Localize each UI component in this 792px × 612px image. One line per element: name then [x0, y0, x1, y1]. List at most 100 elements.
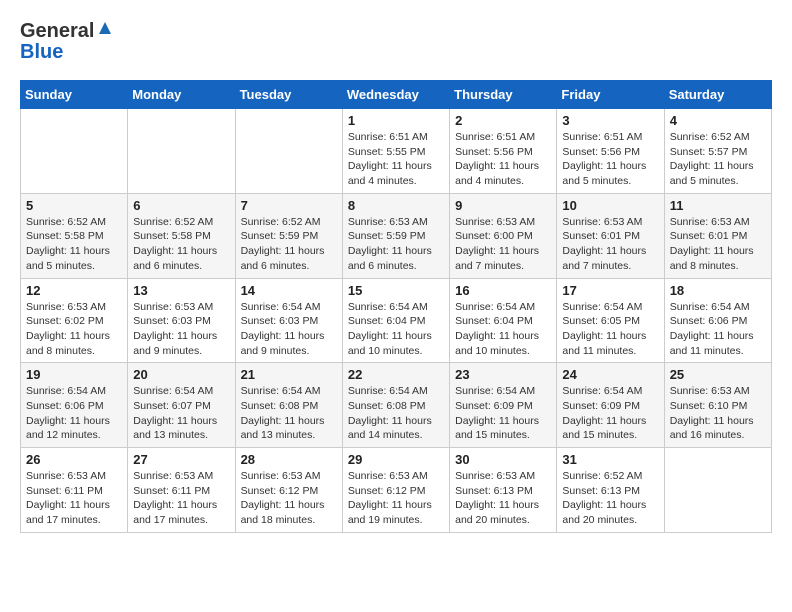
- calendar-cell: 9 Sunrise: 6:53 AM Sunset: 6:00 PM Daylig…: [450, 193, 557, 278]
- calendar-week-5: 26Sunrise: 6:53 AM Sunset: 6:11 PM Dayli…: [21, 448, 772, 533]
- day-info: Sunrise: 6:51 AM Sunset: 5:55 PM Dayligh…: [348, 130, 444, 189]
- day-info: Sunrise: 6:53 AM Sunset: 6:10 PM Dayligh…: [670, 384, 766, 443]
- calendar-cell: [128, 109, 235, 194]
- calendar-body: 1 Sunrise: 6:51 AM Sunset: 5:55 PM Daylig…: [21, 109, 772, 533]
- page-header: General Blue: [20, 20, 772, 64]
- day-info: Sunrise: 6:54 AM Sunset: 6:07 PM Dayligh…: [133, 384, 229, 443]
- day-info: Sunrise: 6:54 AM Sunset: 6:06 PM Dayligh…: [670, 300, 766, 359]
- calendar-cell: 31Sunrise: 6:52 AM Sunset: 6:13 PM Dayli…: [557, 448, 664, 533]
- day-number: 5: [26, 198, 122, 213]
- day-number: 13: [133, 283, 229, 298]
- calendar-cell: 18 Sunrise: 6:54 AM Sunset: 6:06 PM Dayli…: [664, 278, 771, 363]
- day-number: 30: [455, 452, 551, 467]
- calendar-cell: 27 Sunrise: 6:53 AM Sunset: 6:11 PM Dayli…: [128, 448, 235, 533]
- day-info: Sunrise: 6:54 AM Sunset: 6:03 PM Dayligh…: [241, 300, 337, 359]
- calendar-cell: 29 Sunrise: 6:53 AM Sunset: 6:12 PM Dayli…: [342, 448, 449, 533]
- logo: General Blue: [20, 20, 113, 64]
- day-number: 17: [562, 283, 658, 298]
- day-number: 25: [670, 367, 766, 382]
- calendar-cell: 8Sunrise: 6:53 AM Sunset: 5:59 PM Daylig…: [342, 193, 449, 278]
- day-info: Sunrise: 6:53 AM Sunset: 6:03 PM Dayligh…: [133, 300, 229, 359]
- logo-general: General: [20, 20, 94, 43]
- calendar-cell: 2 Sunrise: 6:51 AM Sunset: 5:56 PM Daylig…: [450, 109, 557, 194]
- logo-blue: Blue: [20, 41, 113, 64]
- weekday-wednesday: Wednesday: [342, 81, 449, 109]
- calendar-cell: 24Sunrise: 6:54 AM Sunset: 6:09 PM Dayli…: [557, 363, 664, 448]
- logo-icon: [97, 20, 113, 36]
- day-info: Sunrise: 6:51 AM Sunset: 5:56 PM Dayligh…: [455, 130, 551, 189]
- day-info: Sunrise: 6:54 AM Sunset: 6:04 PM Dayligh…: [348, 300, 444, 359]
- day-number: 11: [670, 198, 766, 213]
- day-number: 2: [455, 113, 551, 128]
- calendar-cell: 16 Sunrise: 6:54 AM Sunset: 6:04 PM Dayli…: [450, 278, 557, 363]
- day-info: Sunrise: 6:52 AM Sunset: 5:59 PM Dayligh…: [241, 215, 337, 274]
- day-info: Sunrise: 6:52 AM Sunset: 6:13 PM Dayligh…: [562, 469, 658, 528]
- day-number: 27: [133, 452, 229, 467]
- calendar-week-4: 19 Sunrise: 6:54 AM Sunset: 6:06 PM Dayli…: [21, 363, 772, 448]
- calendar-cell: 21Sunrise: 6:54 AM Sunset: 6:08 PM Dayli…: [235, 363, 342, 448]
- day-info: Sunrise: 6:52 AM Sunset: 5:58 PM Dayligh…: [133, 215, 229, 274]
- calendar-cell: 19 Sunrise: 6:54 AM Sunset: 6:06 PM Dayli…: [21, 363, 128, 448]
- calendar-cell: 23 Sunrise: 6:54 AM Sunset: 6:09 PM Dayli…: [450, 363, 557, 448]
- day-info: Sunrise: 6:54 AM Sunset: 6:08 PM Dayligh…: [241, 384, 337, 443]
- calendar-cell: 15 Sunrise: 6:54 AM Sunset: 6:04 PM Dayli…: [342, 278, 449, 363]
- calendar-cell: 10 Sunrise: 6:53 AM Sunset: 6:01 PM Dayli…: [557, 193, 664, 278]
- weekday-header-row: SundayMondayTuesdayWednesdayThursdayFrid…: [21, 81, 772, 109]
- day-info: Sunrise: 6:53 AM Sunset: 6:00 PM Dayligh…: [455, 215, 551, 274]
- day-info: Sunrise: 6:52 AM Sunset: 5:58 PM Dayligh…: [26, 215, 122, 274]
- day-number: 6: [133, 198, 229, 213]
- day-info: Sunrise: 6:53 AM Sunset: 6:12 PM Dayligh…: [241, 469, 337, 528]
- day-info: Sunrise: 6:53 AM Sunset: 6:12 PM Dayligh…: [348, 469, 444, 528]
- calendar-table: SundayMondayTuesdayWednesdayThursdayFrid…: [20, 80, 772, 533]
- calendar-cell: 14Sunrise: 6:54 AM Sunset: 6:03 PM Dayli…: [235, 278, 342, 363]
- calendar-cell: 3 Sunrise: 6:51 AM Sunset: 5:56 PM Daylig…: [557, 109, 664, 194]
- day-info: Sunrise: 6:53 AM Sunset: 6:01 PM Dayligh…: [670, 215, 766, 274]
- day-info: Sunrise: 6:54 AM Sunset: 6:05 PM Dayligh…: [562, 300, 658, 359]
- calendar-cell: 28 Sunrise: 6:53 AM Sunset: 6:12 PM Dayli…: [235, 448, 342, 533]
- calendar-cell: 1 Sunrise: 6:51 AM Sunset: 5:55 PM Daylig…: [342, 109, 449, 194]
- day-number: 15: [348, 283, 444, 298]
- day-number: 23: [455, 367, 551, 382]
- calendar-cell: [664, 448, 771, 533]
- calendar-cell: [235, 109, 342, 194]
- calendar-cell: 12 Sunrise: 6:53 AM Sunset: 6:02 PM Dayli…: [21, 278, 128, 363]
- day-number: 1: [348, 113, 444, 128]
- day-info: Sunrise: 6:53 AM Sunset: 6:01 PM Dayligh…: [562, 215, 658, 274]
- day-info: Sunrise: 6:53 AM Sunset: 6:11 PM Dayligh…: [133, 469, 229, 528]
- day-number: 12: [26, 283, 122, 298]
- day-info: Sunrise: 6:54 AM Sunset: 6:09 PM Dayligh…: [455, 384, 551, 443]
- day-number: 19: [26, 367, 122, 382]
- day-info: Sunrise: 6:54 AM Sunset: 6:04 PM Dayligh…: [455, 300, 551, 359]
- calendar-week-2: 5 Sunrise: 6:52 AM Sunset: 5:58 PM Daylig…: [21, 193, 772, 278]
- day-number: 18: [670, 283, 766, 298]
- day-number: 22: [348, 367, 444, 382]
- day-info: Sunrise: 6:54 AM Sunset: 6:06 PM Dayligh…: [26, 384, 122, 443]
- day-number: 16: [455, 283, 551, 298]
- weekday-saturday: Saturday: [664, 81, 771, 109]
- day-info: Sunrise: 6:53 AM Sunset: 6:02 PM Dayligh…: [26, 300, 122, 359]
- calendar-cell: 17 Sunrise: 6:54 AM Sunset: 6:05 PM Dayli…: [557, 278, 664, 363]
- calendar-cell: [21, 109, 128, 194]
- day-info: Sunrise: 6:52 AM Sunset: 5:57 PM Dayligh…: [670, 130, 766, 189]
- calendar-cell: 7 Sunrise: 6:52 AM Sunset: 5:59 PM Daylig…: [235, 193, 342, 278]
- weekday-sunday: Sunday: [21, 81, 128, 109]
- day-info: Sunrise: 6:51 AM Sunset: 5:56 PM Dayligh…: [562, 130, 658, 189]
- weekday-tuesday: Tuesday: [235, 81, 342, 109]
- calendar-cell: 6 Sunrise: 6:52 AM Sunset: 5:58 PM Daylig…: [128, 193, 235, 278]
- calendar-cell: 5 Sunrise: 6:52 AM Sunset: 5:58 PM Daylig…: [21, 193, 128, 278]
- calendar-cell: 11 Sunrise: 6:53 AM Sunset: 6:01 PM Dayli…: [664, 193, 771, 278]
- day-number: 29: [348, 452, 444, 467]
- calendar-week-3: 12 Sunrise: 6:53 AM Sunset: 6:02 PM Dayli…: [21, 278, 772, 363]
- calendar-cell: 25 Sunrise: 6:53 AM Sunset: 6:10 PM Dayli…: [664, 363, 771, 448]
- day-number: 10: [562, 198, 658, 213]
- day-number: 20: [133, 367, 229, 382]
- day-number: 3: [562, 113, 658, 128]
- day-number: 9: [455, 198, 551, 213]
- day-number: 24: [562, 367, 658, 382]
- calendar-cell: 26Sunrise: 6:53 AM Sunset: 6:11 PM Dayli…: [21, 448, 128, 533]
- weekday-monday: Monday: [128, 81, 235, 109]
- day-number: 28: [241, 452, 337, 467]
- day-number: 7: [241, 198, 337, 213]
- day-info: Sunrise: 6:53 AM Sunset: 5:59 PM Dayligh…: [348, 215, 444, 274]
- calendar-cell: 20 Sunrise: 6:54 AM Sunset: 6:07 PM Dayli…: [128, 363, 235, 448]
